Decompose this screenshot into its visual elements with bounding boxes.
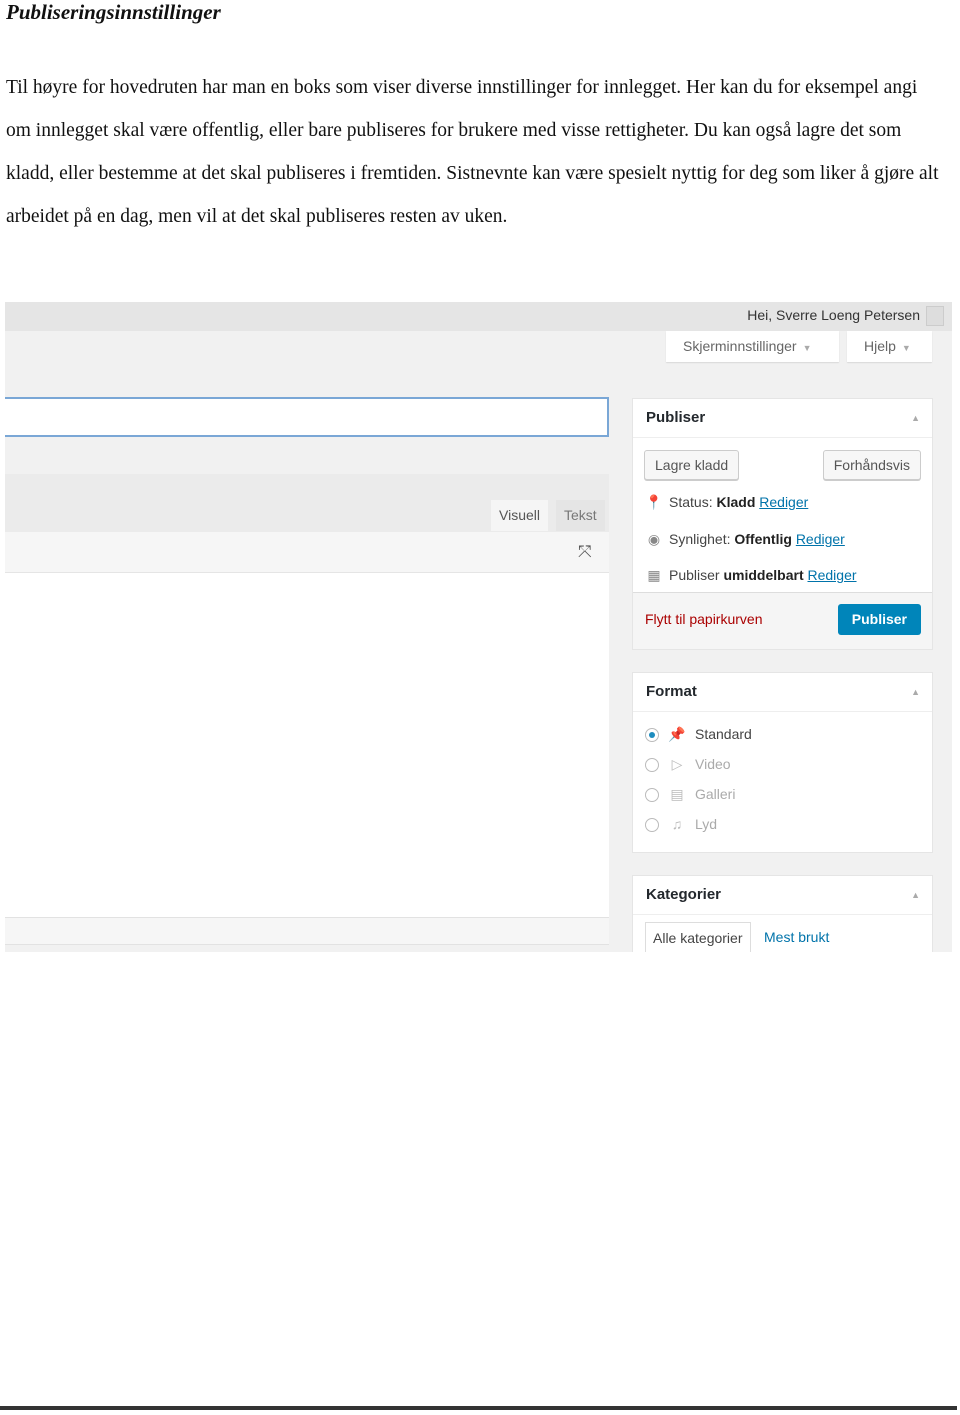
avatar[interactable] xyxy=(926,306,944,326)
status-value: Kladd xyxy=(716,494,756,510)
format-box-title: Format xyxy=(646,683,697,700)
editor-status-bar xyxy=(5,918,609,945)
publish-box: Publiser ▲ Lagre kladd Forhåndsvis 📍 Statu… xyxy=(632,398,933,650)
post-title-input[interactable] xyxy=(5,397,609,437)
radio-button[interactable] xyxy=(645,788,659,803)
schedule-row: ▦ Publiser umiddelbart Rediger xyxy=(645,567,857,584)
calendar-icon: ▦ xyxy=(647,567,661,583)
tab-most-used[interactable]: Mest brukt xyxy=(757,922,836,952)
collapse-arrow-icon[interactable]: ▲ xyxy=(911,876,920,914)
publish-box-title: Publiser xyxy=(646,409,706,426)
screen-options-label: Skjerminnstillinger xyxy=(683,338,797,354)
format-label: Galleri xyxy=(695,786,736,802)
publish-button[interactable]: Publiser xyxy=(837,604,921,635)
publish-box-header[interactable]: Publiser ▲ xyxy=(633,399,932,438)
edit-status-link[interactable]: Rediger xyxy=(759,494,808,510)
user-greeting[interactable]: Hei, Sverre Loeng Petersen xyxy=(747,307,920,323)
format-box: Format ▲ 📌 Standard ▷ Video ▤ Galleri ♫ Lyd xyxy=(632,672,933,853)
video-icon: ▷ xyxy=(671,756,683,772)
wordpress-editor-screenshot: Hei, Sverre Loeng Petersen Skjerminnstil… xyxy=(5,302,952,952)
tab-visual[interactable]: Visuell xyxy=(491,500,548,531)
help-button[interactable]: Hjelp ▼ xyxy=(847,331,932,362)
schedule-label: Publiser xyxy=(669,567,720,583)
radio-button[interactable] xyxy=(645,758,659,773)
caret-down-icon: ▼ xyxy=(802,343,812,353)
format-label: Video xyxy=(695,756,731,772)
format-option-audio[interactable]: ♫ Lyd xyxy=(645,816,718,833)
format-box-header[interactable]: Format ▲ xyxy=(633,673,932,712)
radio-button[interactable] xyxy=(645,728,659,743)
status-label: Status: xyxy=(669,494,713,510)
move-to-trash-link[interactable]: Flytt til papirkurven xyxy=(645,611,762,627)
format-option-video[interactable]: ▷ Video xyxy=(645,756,731,773)
visibility-label: Synlighet: xyxy=(669,531,731,547)
fullscreen-icon[interactable]: ⤧ xyxy=(578,542,592,562)
help-label: Hjelp xyxy=(864,338,896,354)
format-label: Lyd xyxy=(695,816,718,832)
editor-toolbar xyxy=(5,532,609,573)
format-label: Standard xyxy=(695,726,752,742)
format-option-standard[interactable]: 📌 Standard xyxy=(645,726,752,743)
visibility-row: ◉ Synlighet: Offentlig Rediger xyxy=(645,531,845,548)
categories-box-header[interactable]: Kategorier ▲ xyxy=(633,876,932,915)
tab-text[interactable]: Tekst xyxy=(556,500,605,531)
eye-icon: ◉ xyxy=(647,531,661,547)
save-draft-button[interactable]: Lagre kladd xyxy=(644,450,740,480)
tab-all-categories[interactable]: Alle kategorier xyxy=(645,922,751,952)
audio-icon: ♫ xyxy=(671,816,683,832)
page-heading: Publiseringsinnstillinger xyxy=(6,0,221,24)
body-paragraph: Til høyre for hovedruten har man en boks… xyxy=(6,77,939,227)
schedule-value: umiddelbart xyxy=(723,567,804,583)
preview-button[interactable]: Forhåndsvis xyxy=(822,450,921,480)
collapse-arrow-icon[interactable]: ▲ xyxy=(911,399,920,437)
caret-down-icon: ▼ xyxy=(901,343,911,353)
status-row: 📍 Status: Kladd Rediger xyxy=(645,494,808,511)
page-divider xyxy=(0,1406,957,1410)
pin-icon: 📍 xyxy=(645,494,663,510)
edit-schedule-link[interactable]: Rediger xyxy=(808,567,857,583)
pin-icon: 📌 xyxy=(668,726,686,742)
categories-box-title: Kategorier xyxy=(646,886,722,903)
screen-options-button[interactable]: Skjerminnstillinger ▼ xyxy=(666,331,839,362)
editor-content-area[interactable] xyxy=(5,573,609,918)
publish-actions: Flytt til papirkurven Publiser xyxy=(633,592,932,649)
gallery-icon: ▤ xyxy=(670,786,684,802)
admin-bar: Hei, Sverre Loeng Petersen xyxy=(5,302,952,331)
visibility-value: Offentlig xyxy=(734,531,792,547)
collapse-arrow-icon[interactable]: ▲ xyxy=(911,673,920,711)
edit-visibility-link[interactable]: Rediger xyxy=(796,531,845,547)
radio-button[interactable] xyxy=(645,818,659,833)
format-option-gallery[interactable]: ▤ Galleri xyxy=(645,786,735,803)
categories-box: Kategorier ▲ Alle kategorier Mest brukt xyxy=(632,875,933,952)
